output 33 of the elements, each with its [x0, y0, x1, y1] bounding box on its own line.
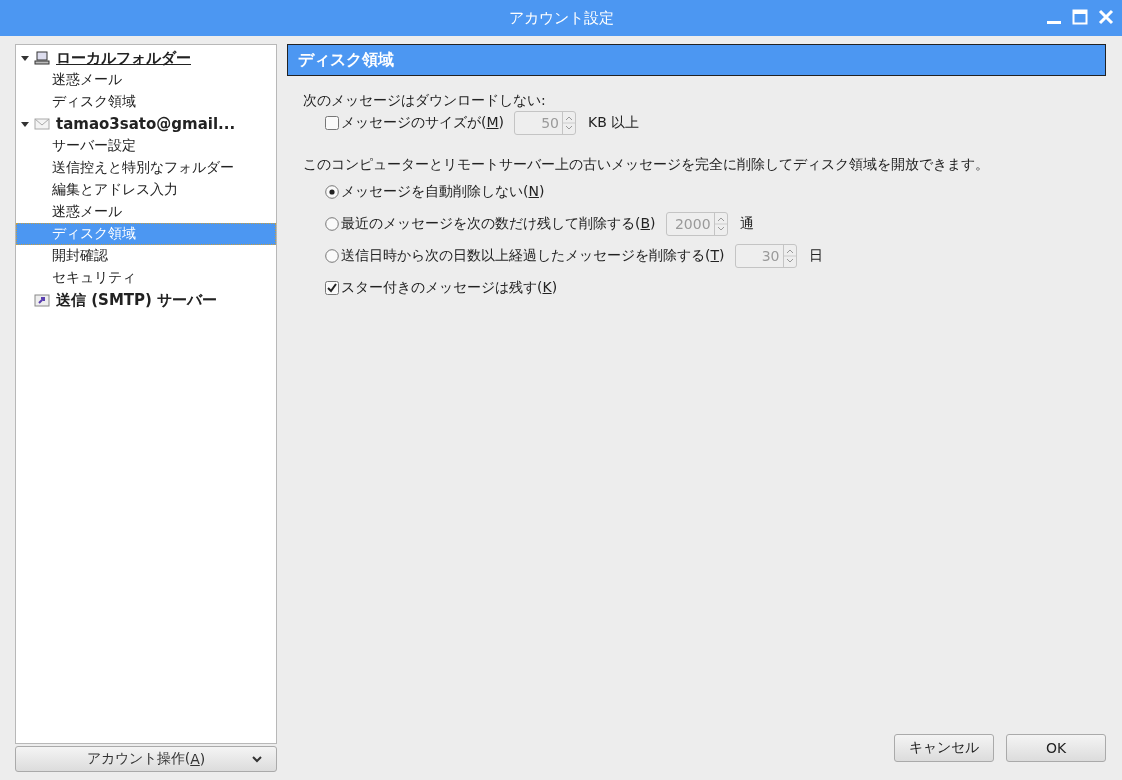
- unit-label: 通: [739, 215, 754, 233]
- settings-tree-item[interactable]: 迷惑メール: [16, 69, 276, 91]
- computer-icon: [34, 51, 50, 65]
- section-label: このコンピューターとリモートサーバー上の古いメッセージを完全に削除してディスク領域を開放できます。: [303, 155, 990, 174]
- close-icon[interactable]: [1098, 9, 1114, 25]
- checkbox-label[interactable]: スター付きのメッセージは残す(K): [341, 279, 558, 297]
- settings-tree-item[interactable]: 編集とアドレス入力: [16, 179, 276, 201]
- settings-tree-item[interactable]: 迷惑メール: [16, 201, 276, 223]
- settings-tree-item[interactable]: サーバー設定: [16, 135, 276, 157]
- radio-label[interactable]: メッセージを自動削除しない(N): [341, 183, 545, 201]
- settings-tree-item[interactable]: ディスク領域: [16, 91, 276, 113]
- dialog-button[interactable]: OK: [1006, 734, 1106, 762]
- section-label: 次のメッセージはダウンロードしない:: [303, 91, 547, 110]
- maximize-icon[interactable]: [1072, 9, 1088, 25]
- dialog-button[interactable]: キャンセル: [894, 734, 994, 762]
- account-tree-item[interactable]: ローカルフォルダー: [16, 47, 276, 69]
- chevron-down-icon: [252, 756, 262, 763]
- settings-tree-item[interactable]: 開封確認: [16, 245, 276, 267]
- expanded-arrow-icon[interactable]: [20, 53, 30, 63]
- outbox-icon: [34, 293, 50, 307]
- settings-tree-item[interactable]: 送信控えと特別なフォルダー: [16, 157, 276, 179]
- account-tree-item[interactable]: tamao3sato@gmail...: [16, 113, 276, 135]
- window-title: アカウント設定: [508, 8, 614, 28]
- account-actions-button[interactable]: アカウント操作(A): [15, 746, 277, 772]
- panel-header: ディスク領域: [287, 44, 1106, 76]
- unit-label: KB 以上: [588, 114, 640, 132]
- radio-button[interactable]: [325, 185, 339, 199]
- account-tree-item[interactable]: 送信 (SMTP) サーバー: [16, 289, 276, 311]
- settings-tree-item[interactable]: セキュリティ: [16, 267, 276, 289]
- unit-label: 日: [808, 247, 823, 265]
- expanded-arrow-icon[interactable]: [20, 119, 30, 129]
- envelope-icon: [34, 117, 50, 131]
- checkbox[interactable]: [325, 281, 339, 295]
